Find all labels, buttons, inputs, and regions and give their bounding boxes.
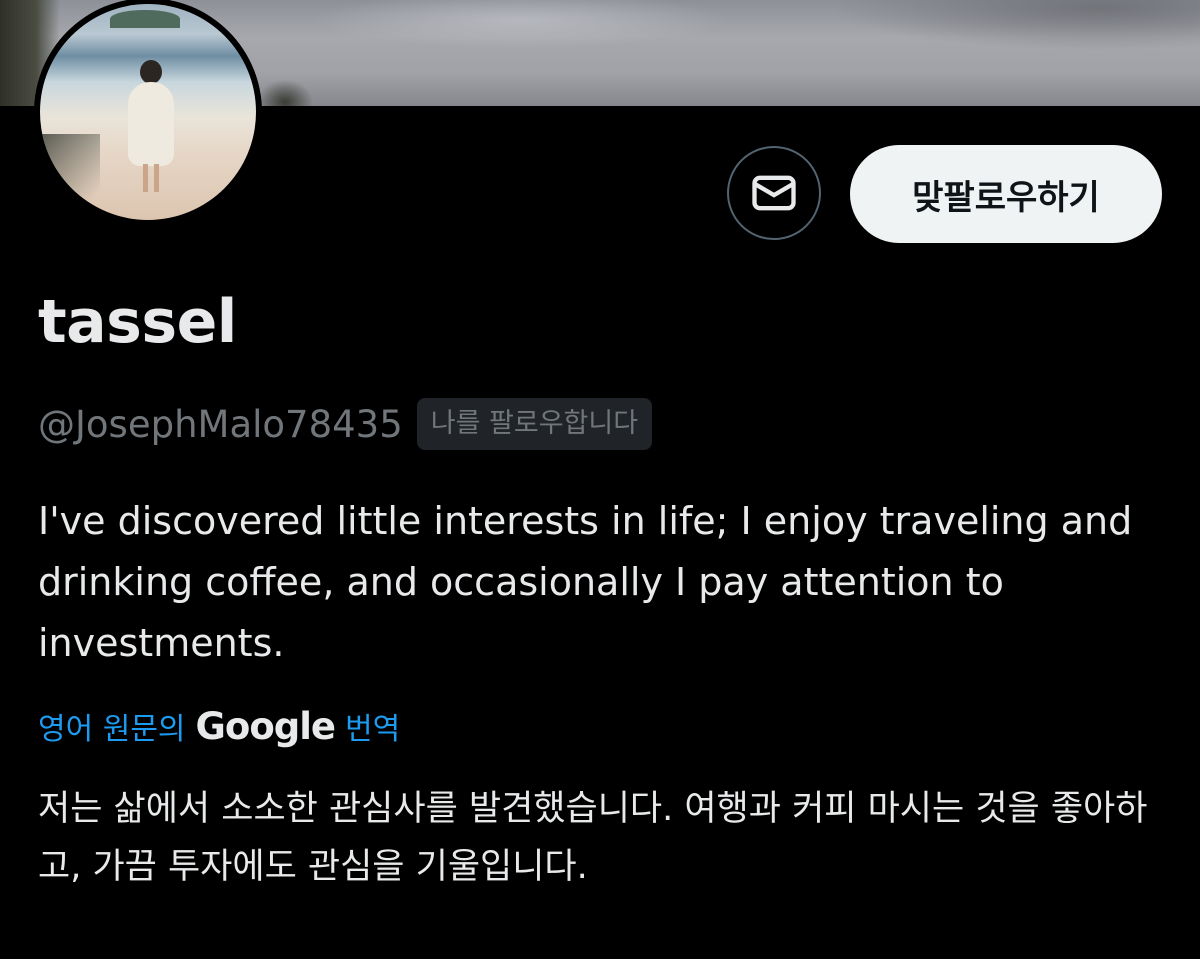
google-logo: Google (195, 704, 336, 748)
follows-you-badge: 나를 팔로우합니다 (416, 398, 653, 450)
avatar-photo (40, 4, 256, 220)
translation-label-suffix[interactable]: 번역 (345, 704, 400, 748)
avatar-figure-leg (154, 164, 159, 192)
avatar-shadow (40, 134, 100, 220)
display-name: tassel (38, 287, 237, 357)
avatar-figure-head (140, 60, 162, 84)
avatar-hill (110, 10, 180, 28)
bio-text: I've discovered little interests in life… (38, 499, 1133, 665)
message-button[interactable] (727, 146, 821, 240)
avatar-figure-body (128, 82, 174, 166)
envelope-icon (752, 175, 796, 211)
user-handle: @JosephMalo78435 (38, 402, 403, 446)
translation-label-prefix[interactable]: 영어 원문의 (38, 704, 186, 748)
avatar[interactable] (34, 0, 262, 226)
translated-bio: 저는 삶에서 소소한 관심사를 발견했습니다. 여행과 커피 마시는 것을 좋아… (38, 789, 1148, 887)
handle-row: @JosephMalo78435 나를 팔로우합니다 (38, 396, 653, 452)
avatar-figure-leg (143, 164, 148, 192)
translation-toggle[interactable]: 영어 원문의 Google 번역 (38, 700, 400, 752)
follow-back-button[interactable]: 맞팔로우하기 (850, 145, 1162, 243)
